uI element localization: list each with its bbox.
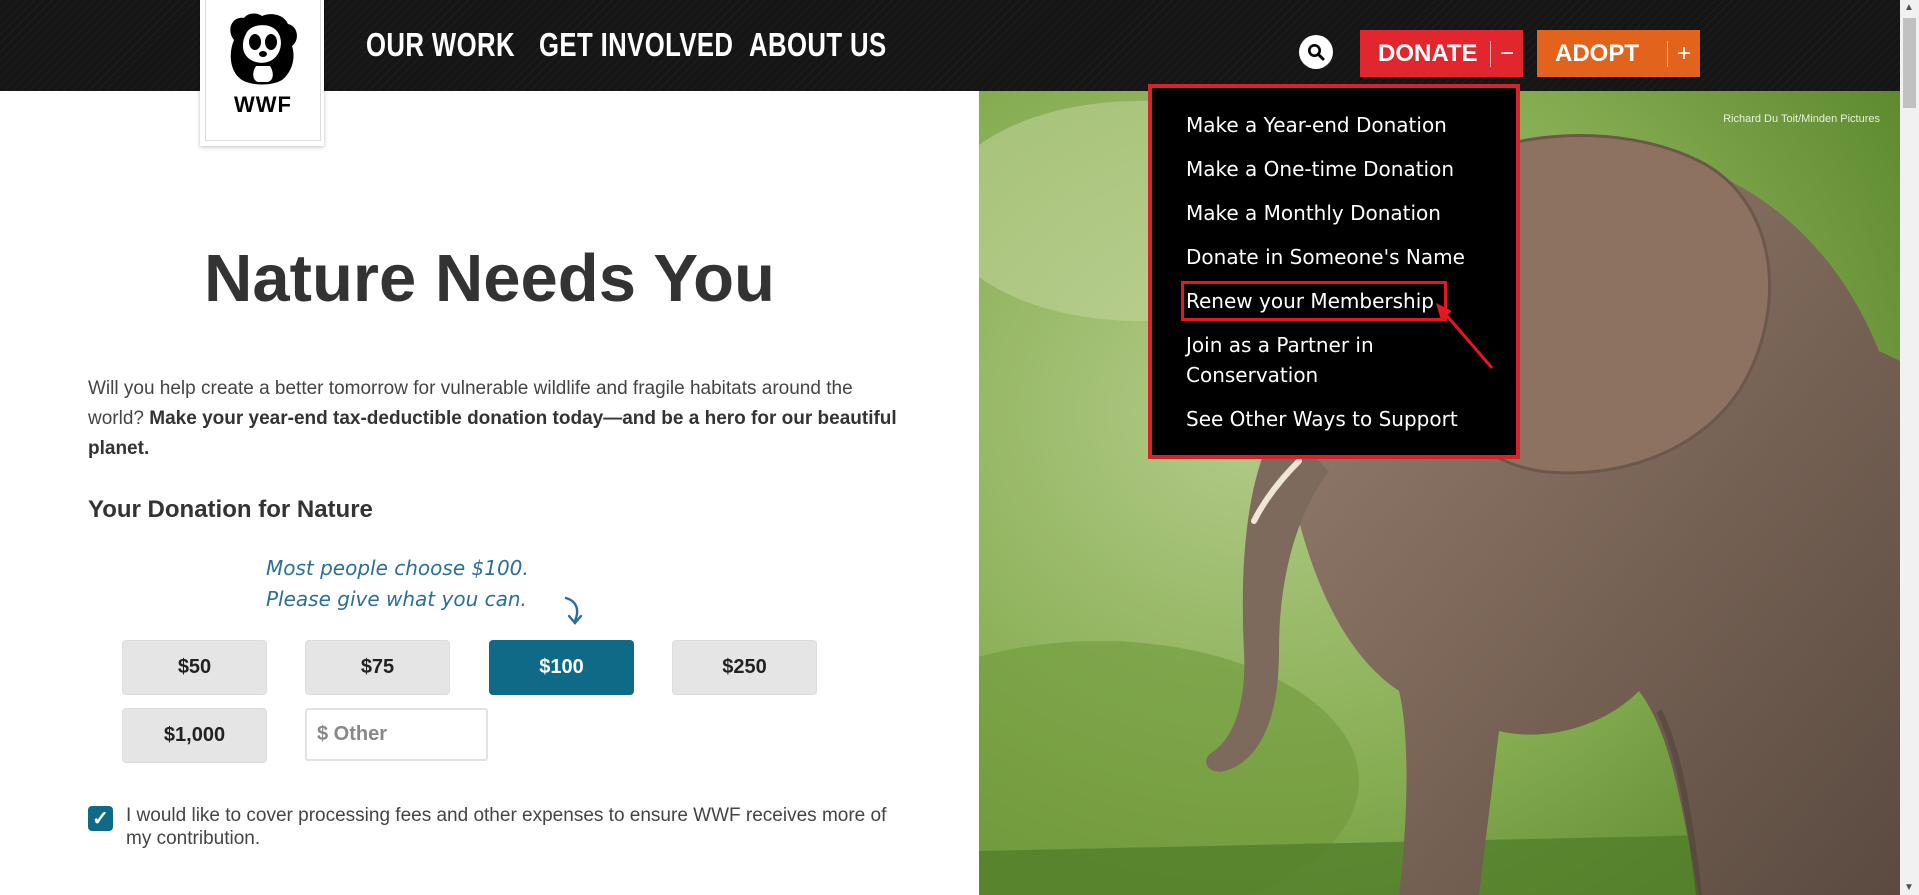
search-icon bbox=[1308, 44, 1325, 61]
annotation-arrow-icon bbox=[1436, 303, 1494, 369]
donate-label: DONATE bbox=[1378, 39, 1478, 67]
intro-bold: Make your year-end tax-deductible donati… bbox=[88, 408, 897, 459]
cover-fees-checkbox[interactable]: ✓ bbox=[88, 806, 113, 831]
hint-line-1: Most people choose $100. bbox=[266, 556, 529, 580]
donate-dropdown-menu: Make a Year-end Donation Make a One-time… bbox=[1148, 84, 1520, 459]
hint-line-2: Please give what you can. bbox=[266, 587, 527, 611]
nav-get-involved[interactable]: GET INVOLVED bbox=[539, 26, 733, 64]
menu-item-partner-in-conservation[interactable]: Join as a Partner in Conservation bbox=[1186, 330, 1466, 390]
wwf-logo[interactable]: WWF bbox=[200, 0, 324, 146]
menu-item-renew-membership[interactable]: Renew your Membership bbox=[1181, 281, 1447, 321]
nav-about-us[interactable]: ABOUT US bbox=[749, 26, 886, 64]
other-amount-input[interactable] bbox=[305, 708, 488, 761]
cover-fees-label: I would like to cover processing fees an… bbox=[126, 805, 887, 849]
amount-button-75[interactable]: $75 bbox=[305, 640, 450, 695]
plus-icon: + bbox=[1676, 39, 1691, 67]
page-scrollbar[interactable]: ▲ ▼ bbox=[1900, 0, 1919, 895]
amount-button-100[interactable]: $100 bbox=[489, 640, 634, 695]
menu-item-one-time-donation[interactable]: Make a One-time Donation bbox=[1186, 154, 1466, 184]
donate-menu-list: Make a Year-end Donation Make a One-time… bbox=[1152, 88, 1516, 434]
menu-item-other-ways[interactable]: See Other Ways to Support bbox=[1186, 404, 1466, 434]
photo-credit: Richard Du Toit/Minden Pictures bbox=[1723, 113, 1880, 125]
nav-our-work[interactable]: OUR WORK bbox=[366, 26, 515, 64]
intro-text: Will you help create a better tomorrow f… bbox=[88, 374, 908, 464]
checkmark-icon: ✓ bbox=[92, 808, 109, 830]
donation-subheading: Your Donation for Nature bbox=[88, 496, 373, 523]
scroll-down-icon[interactable]: ▼ bbox=[1904, 882, 1914, 893]
scroll-thumb[interactable] bbox=[1903, 18, 1916, 108]
menu-item-monthly-donation[interactable]: Make a Monthly Donation bbox=[1186, 198, 1466, 228]
scroll-up-icon[interactable]: ▲ bbox=[1904, 2, 1914, 13]
amount-button-1000[interactable]: $1,000 bbox=[122, 708, 267, 763]
curved-arrow-icon bbox=[564, 596, 583, 625]
donate-button[interactable]: DONATE − bbox=[1360, 30, 1523, 77]
panda-icon bbox=[230, 13, 297, 85]
amount-button-50[interactable]: $50 bbox=[122, 640, 267, 695]
logo-wordmark: WWF bbox=[234, 92, 292, 117]
search-button[interactable] bbox=[1299, 35, 1333, 69]
page-title: Nature Needs You bbox=[204, 241, 775, 316]
adopt-label: ADOPT bbox=[1555, 39, 1639, 67]
logo-frame: WWF bbox=[205, 0, 321, 141]
menu-item-year-end-donation[interactable]: Make a Year-end Donation bbox=[1186, 110, 1466, 140]
amount-button-250[interactable]: $250 bbox=[672, 640, 817, 695]
menu-item-donate-in-name[interactable]: Donate in Someone's Name bbox=[1186, 242, 1466, 272]
main-nav: OUR WORK GET INVOLVED ABOUT US bbox=[366, 26, 899, 64]
minus-icon: − bbox=[1499, 39, 1514, 67]
donation-hint: Most people choose $100. Please give wha… bbox=[266, 553, 529, 615]
adopt-button[interactable]: ADOPT + bbox=[1537, 30, 1700, 77]
